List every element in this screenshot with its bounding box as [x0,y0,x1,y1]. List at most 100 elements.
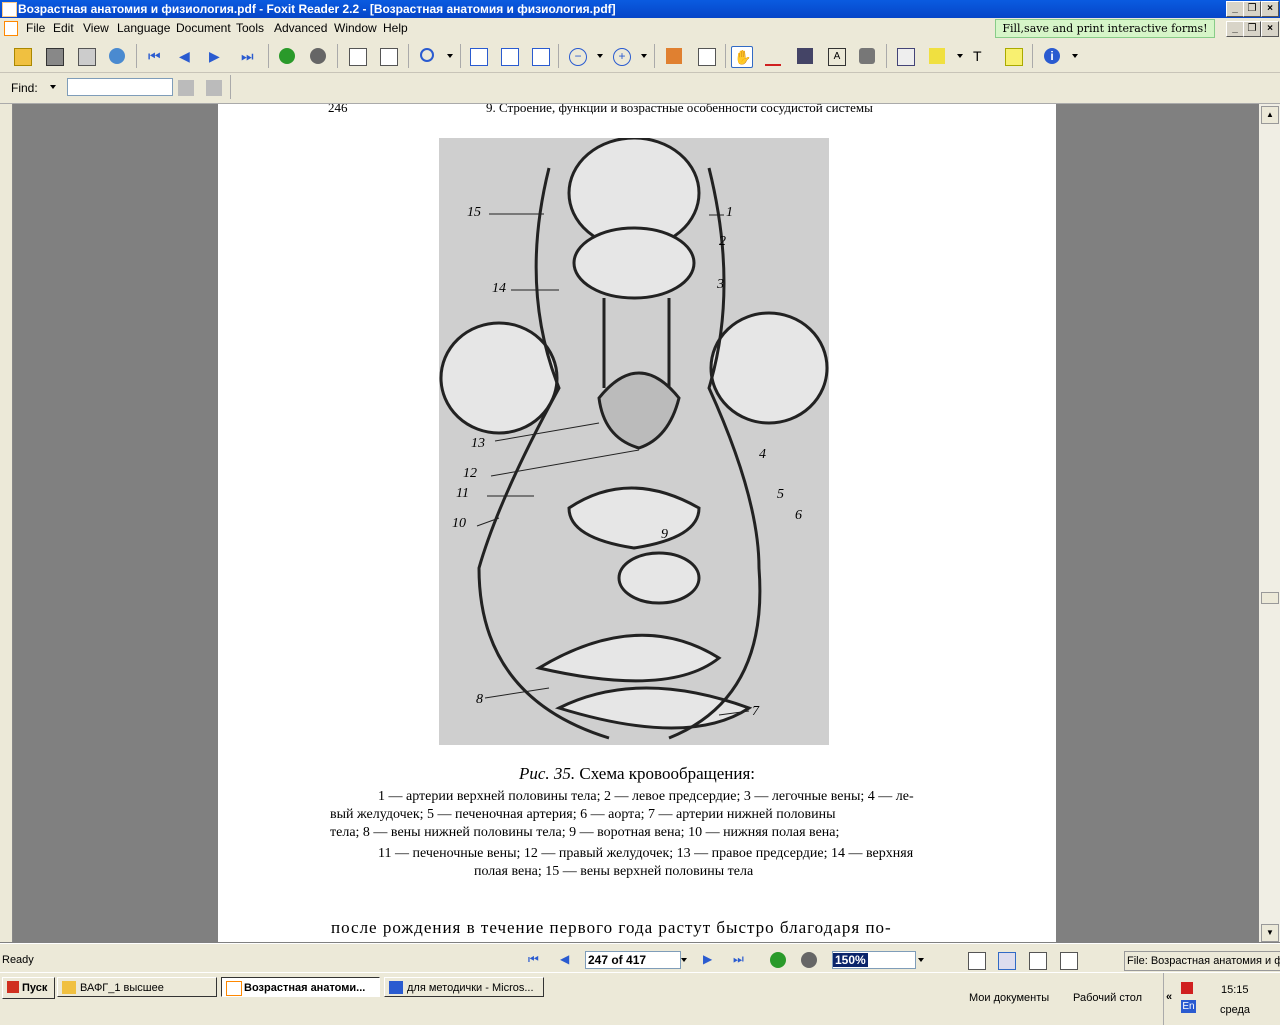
properties-button[interactable]: i [1042,46,1062,66]
task-folder-label: ВАФГ_1 высшее [80,982,164,994]
minimize-button[interactable]: _ [1226,1,1244,17]
figure-label-6: 6 [795,508,802,523]
fit-width-icon [532,48,550,66]
continuous-view-button[interactable] [998,952,1016,970]
menu-advanced[interactable]: Advanced [274,21,327,35]
menu-tools[interactable]: Tools [236,21,264,35]
quicklink-my-documents[interactable]: Мои документы [969,992,1049,1004]
close-button[interactable]: × [1261,1,1279,17]
continuous-facing-view-button[interactable] [1060,952,1078,970]
highlight-button[interactable] [927,46,947,66]
menu-window[interactable]: Window [334,21,377,35]
menu-edit[interactable]: Edit [53,21,74,35]
facing-view-button[interactable] [1029,952,1047,970]
page-icon [470,48,488,66]
last-page-button[interactable]: ⏭ [239,46,259,66]
side-panel-handle[interactable] [0,104,13,942]
menu-view[interactable]: View [83,21,109,35]
find-input[interactable] [67,78,173,96]
fit-page-button[interactable] [499,46,519,66]
text-tool-icon: T [973,48,982,64]
status-back-button[interactable] [770,952,786,968]
status-last-page-button[interactable]: ⏭ [733,952,749,968]
annotation-button[interactable] [895,46,915,66]
facing-page-button[interactable] [378,46,398,66]
forward-view-button[interactable] [308,46,328,66]
start-button[interactable]: Пуск [2,977,55,999]
page-number-field[interactable]: 247 of 417 [585,951,681,969]
find-button[interactable] [795,46,815,66]
print-button[interactable] [76,46,96,66]
zoom-field[interactable]: 150% [832,951,916,969]
task-foxit[interactable]: Возрастная анатоми... [221,977,380,997]
language-indicator[interactable]: En [1181,1000,1196,1013]
first-page-icon: ⏮ [148,48,161,64]
fill-forms-button[interactable]: Fill,save and print interactive forms! [995,19,1215,38]
thumbnail-button[interactable] [696,46,716,66]
zoom-value: 150% [833,953,868,967]
email-button[interactable] [107,46,127,66]
body-text-line: после рождения в течение первого года ра… [331,918,892,937]
figure-label-2: 2 [719,234,726,249]
maximize-button[interactable]: ❐ [1243,1,1261,17]
bookmarks-icon [666,48,682,64]
printer-icon [78,48,96,66]
task-folder[interactable]: ВАФГ_1 высшее [57,977,217,997]
forward-arrow-icon [310,48,326,64]
open-button[interactable] [12,46,32,66]
doc-minimize-button[interactable]: _ [1226,21,1244,37]
circulation-diagram: 15 1 2 14 3 13 4 12 5 11 6 10 9 8 7 [439,136,829,745]
figure-label-3: 3 [717,277,724,292]
prev-page-button[interactable]: ◀ [177,46,197,66]
status-prev-page-button[interactable]: ◀ [560,952,576,968]
menu-help[interactable]: Help [383,21,408,35]
doc-restore-button[interactable]: ❐ [1243,21,1261,37]
pencil-icon [897,48,915,66]
vertical-scrollbar[interactable]: ▲ ▼ [1259,104,1280,942]
actual-size-button[interactable] [468,46,488,66]
status-first-page-button[interactable]: ⏮ [528,952,544,968]
zoom-in-button[interactable]: + [611,46,631,66]
text-box-icon: A [828,48,846,66]
save-button[interactable] [44,46,64,66]
note-button[interactable] [1003,46,1023,66]
select-text-button[interactable] [763,46,783,66]
menu-file[interactable]: File [26,21,45,35]
window-title: Возрастная анатомия и физиология.pdf - F… [18,2,616,16]
scroll-down-button[interactable]: ▼ [1261,924,1279,942]
figure-label-11: 11 [456,486,469,501]
find-previous-button[interactable] [176,78,196,98]
task-word[interactable]: для методички - Micros... [384,977,544,997]
scroll-thumb[interactable] [1261,592,1279,604]
kaspersky-icon[interactable] [1181,982,1193,994]
back-view-button[interactable] [277,46,297,66]
folder-open-icon [14,48,32,66]
camera-icon [859,48,875,64]
text-tool-button[interactable]: T [971,46,991,66]
status-bar: Ready ⏮ ◀ 247 of 417 ▶ ⏭ 150% File: Возр… [0,943,1280,972]
next-page-button[interactable]: ▶ [207,46,227,66]
caption-figure-number: Рис. 35. [518,764,576,783]
windows-taskbar: Пуск ВАФГ_1 высшее Возрастная анатоми...… [0,972,1280,1025]
two-pages-icon [380,48,398,66]
zoom-tool-button[interactable] [418,46,438,66]
typewriter-button[interactable]: A [826,46,846,66]
zoom-out-button[interactable]: − [567,46,587,66]
hand-icon: ✋ [734,49,752,65]
find-next-button[interactable] [204,78,224,98]
fit-width-button[interactable] [530,46,550,66]
first-page-button[interactable]: ⏮ [146,46,166,66]
bookmark-button[interactable] [664,46,684,66]
doc-close-button[interactable]: × [1261,21,1279,37]
menu-document[interactable]: Document [176,21,231,35]
continuous-page-button[interactable] [347,46,367,66]
status-forward-button[interactable] [801,952,817,968]
single-page-view-button[interactable] [968,952,986,970]
quicklink-desktop[interactable]: Рабочий стол [1073,992,1142,1004]
fit-page-icon [501,48,519,66]
hand-tool-button[interactable]: ✋ [731,46,753,68]
scroll-up-button[interactable]: ▲ [1261,106,1279,124]
status-next-page-button[interactable]: ▶ [703,952,719,968]
snapshot-button[interactable] [857,46,877,66]
menu-language[interactable]: Language [117,21,170,35]
